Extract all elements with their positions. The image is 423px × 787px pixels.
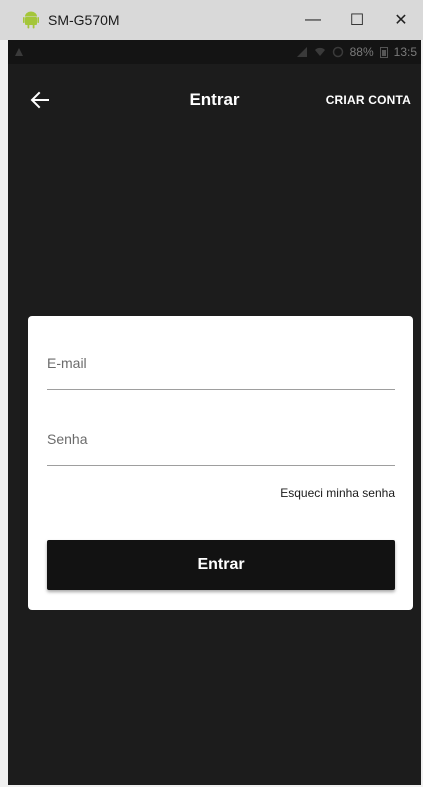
create-account-button[interactable]: CRIAR CONTA <box>326 93 411 107</box>
app-bar: Entrar CRIAR CONTA <box>8 64 421 136</box>
password-field[interactable]: Senha <box>47 429 395 466</box>
forgot-password-link[interactable]: Esqueci minha senha <box>280 486 395 500</box>
sync-icon <box>332 46 344 58</box>
clock: 13:5 <box>393 45 417 59</box>
window-controls: — ☐ ✕ <box>291 0 423 40</box>
login-button[interactable]: Entrar <box>47 540 395 590</box>
maximize-button[interactable]: ☐ <box>335 0 379 40</box>
signal-icon <box>296 46 308 58</box>
emulator-window: SM-G570M — ☐ ✕ 88% 13:5 Entrar CRIAR CON… <box>0 0 423 787</box>
login-card: E-mail Senha Esqueci minha senha Entrar <box>28 316 413 610</box>
battery-percent: 88% <box>349 45 374 59</box>
password-input[interactable] <box>47 429 395 465</box>
device-screen: 88% 13:5 Entrar CRIAR CONTA E-mail Senha… <box>8 40 421 785</box>
password-underline <box>47 465 395 466</box>
wifi-icon <box>314 46 326 58</box>
android-icon <box>22 11 40 29</box>
close-button[interactable]: ✕ <box>379 0 423 40</box>
battery-icon <box>379 46 388 58</box>
status-icons: 88% 13:5 <box>296 40 417 64</box>
email-input[interactable] <box>47 353 395 389</box>
email-underline <box>47 389 395 390</box>
status-bar: 88% 13:5 <box>8 40 421 64</box>
minimize-button[interactable]: — <box>291 0 335 40</box>
notification-icon <box>14 46 26 58</box>
email-field[interactable]: E-mail <box>47 353 395 390</box>
window-titlebar[interactable]: SM-G570M — ☐ ✕ <box>0 0 423 40</box>
window-title: SM-G570M <box>48 12 120 28</box>
